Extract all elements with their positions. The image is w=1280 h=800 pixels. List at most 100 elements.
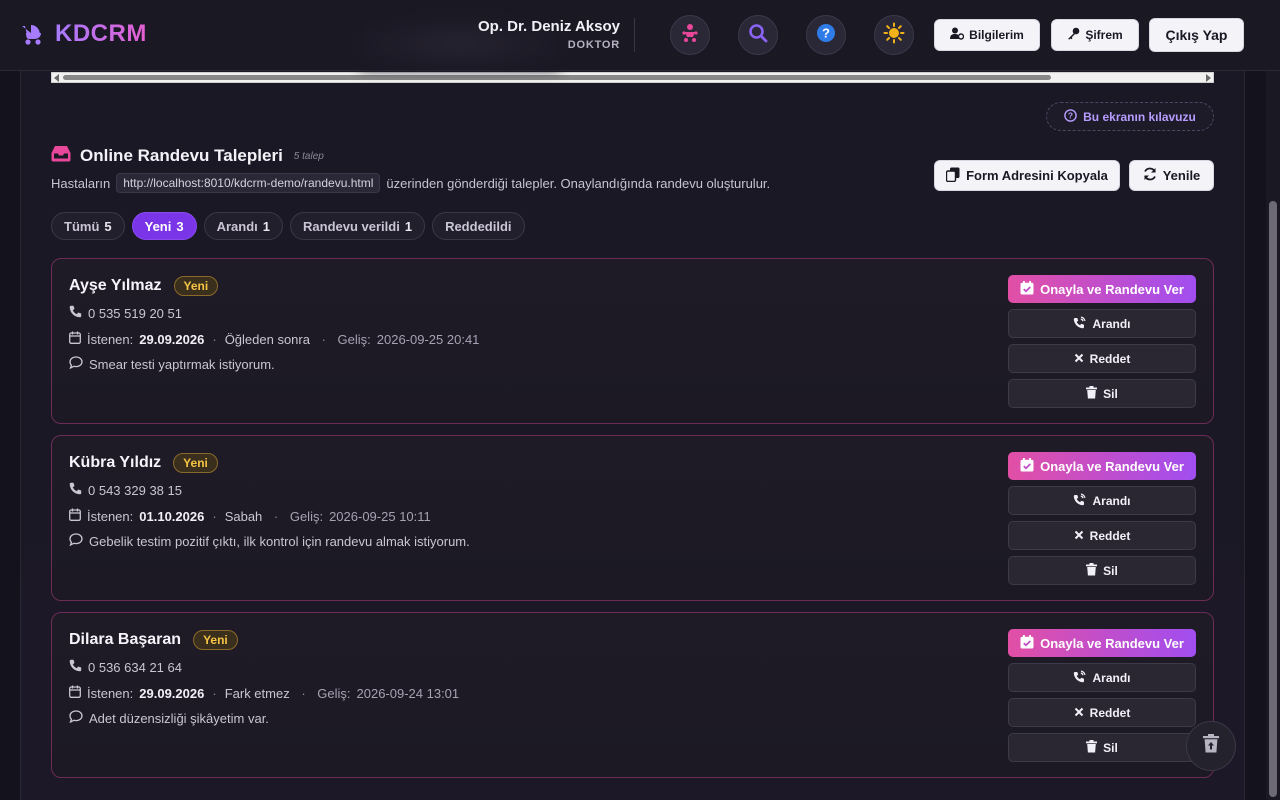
approve-button[interactable]: Onayla ve Randevu Ver [1008,452,1196,480]
brand-name: KDCRM [55,20,147,47]
delete-label: Sil [1103,740,1118,755]
copy-form-url-button[interactable]: Form Adresini Kopyala [934,160,1120,191]
reject-label: Reddet [1089,705,1131,720]
password-button[interactable]: Şifrem [1051,19,1139,51]
patient-note: Smear testi yaptırmak istiyorum. [89,356,275,372]
filter-all[interactable]: Tümü 5 [51,212,125,240]
baby-button[interactable] [670,15,710,55]
reject-label: Reddet [1089,528,1131,543]
screen-guide-button[interactable]: ? Bu ekranın kılavuzu [1046,102,1214,131]
status-badge: Yeni [173,276,219,296]
search-icon [748,23,768,48]
filter-appointed[interactable]: Randevu verildi 1 [290,212,426,240]
comment-icon [69,533,83,549]
approve-button[interactable]: Onayla ve Randevu Ver [1008,629,1196,657]
profile-button-label: Bilgilerim [969,28,1024,42]
delete-label: Sil [1103,563,1118,578]
separator: · [297,685,310,701]
profile-button[interactable]: Bilgilerim [934,19,1040,51]
request-detail-row: İstenen: 01.10.2026 · Sabah · Geliş: 202… [69,508,431,524]
status-filter-tabs: Tümü 5 Yeni 3 Arandı 1 Randevu verildi 1… [51,212,525,240]
card-actions: Onayla ve Randevu Ver Arandı Reddet Sil [1008,275,1196,408]
refresh-label: Yenile [1162,168,1201,183]
scroll-left-icon[interactable] [54,74,59,82]
filter-new[interactable]: Yeni 3 [131,212,197,240]
filter-rejected[interactable]: Reddedildi [432,212,525,240]
status-badge: Yeni [193,630,238,650]
trash-icon [1086,385,1098,402]
phone-number: 0 536 634 21 64 [88,659,182,675]
time-preference: Öğleden sonra [224,331,310,347]
filter-count: 1 [404,218,413,234]
vertical-scrollbar[interactable] [1266,71,1280,800]
delete-button[interactable]: Sil [1008,733,1196,762]
requested-label: İstenen: [87,331,134,347]
called-button[interactable]: Arandı [1008,309,1196,338]
brand[interactable]: KDCRM [18,20,147,48]
phone-number: 0 535 519 20 51 [88,305,182,321]
scroll-right-icon[interactable] [1206,74,1211,82]
recycle-bin-button[interactable] [1186,721,1236,771]
search-button[interactable] [738,15,778,55]
help-button[interactable]: ? [806,15,846,55]
arrival-label: Geliş: [337,331,371,347]
horizontal-scrollbar[interactable] [51,72,1214,83]
delete-button[interactable]: Sil [1008,556,1196,585]
filter-label: Reddedildi [445,218,512,234]
phone-icon [69,305,82,321]
refresh-button[interactable]: Yenile [1129,160,1214,191]
arrival-time: 2026-09-24 13:01 [356,685,460,701]
theme-toggle-button[interactable] [874,15,914,55]
phone-volume-icon [1073,492,1087,509]
delete-button[interactable]: Sil [1008,379,1196,408]
reject-button[interactable]: Reddet [1008,698,1196,727]
user-name: Op. Dr. Deniz Aksoy [478,18,620,35]
patient-note: Gebelik testim pozitif çıktı, ilk kontro… [89,533,470,549]
close-icon [1074,706,1084,720]
separator: · [212,508,217,524]
phone-row: 0 536 634 21 64 [69,659,182,675]
trash-icon [1086,739,1098,756]
filter-label: Tümü [64,218,100,234]
note-row: Smear testi yaptırmak istiyorum. [69,356,275,372]
phone-row: 0 535 519 20 51 [69,305,182,321]
requested-label: İstenen: [87,508,134,524]
filter-label: Randevu verildi [303,218,400,234]
scrollbar-thumb[interactable] [1269,201,1277,797]
copy-form-url-label: Form Adresini Kopyala [966,168,1108,183]
filter-label: Yeni [144,218,172,234]
request-count: 5 talep [293,150,324,162]
trash-restore-icon [1203,734,1219,758]
password-button-label: Şifrem [1085,28,1123,42]
svg-text:?: ? [1068,110,1073,120]
trash-icon [1086,562,1098,579]
approve-label: Onayla ve Randevu Ver [1040,635,1184,651]
section-subtitle: Hastaların http://localhost:8010/kdcrm-d… [51,173,770,193]
request-card: Kübra Yıldız Yeni 0 543 329 38 15 İstene… [51,435,1214,601]
card-actions: Onayla ve Randevu Ver Arandı Reddet Sil [1008,452,1196,585]
close-icon [1074,352,1084,366]
calendar-check-icon [1020,634,1034,652]
filter-count: 5 [104,218,112,234]
comment-icon [69,356,83,372]
called-button[interactable]: Arandı [1008,486,1196,515]
reject-button[interactable]: Reddet [1008,521,1196,550]
requested-label: İstenen: [87,685,134,701]
arrival-time: 2026-09-25 20:41 [376,331,480,347]
separator: · [212,331,217,347]
reject-button[interactable]: Reddet [1008,344,1196,373]
phone-number: 0 543 329 38 15 [88,482,182,498]
called-button[interactable]: Arandı [1008,663,1196,692]
divider [634,18,635,52]
filter-count: 1 [262,218,271,234]
calendar-check-icon [1020,280,1034,298]
approve-label: Onayla ve Randevu Ver [1040,281,1184,297]
filter-called[interactable]: Arandı 1 [203,212,284,240]
separator: · [212,685,217,701]
logout-button[interactable]: Çıkış Yap [1149,18,1244,52]
approve-button[interactable]: Onayla ve Randevu Ver [1008,275,1196,303]
requested-date: 29.09.2026 [139,331,205,347]
scrollbar-thumb[interactable] [63,75,1051,80]
approve-label: Onayla ve Randevu Ver [1040,458,1184,474]
section-header: Online Randevu Talepleri 5 talep [51,145,324,167]
